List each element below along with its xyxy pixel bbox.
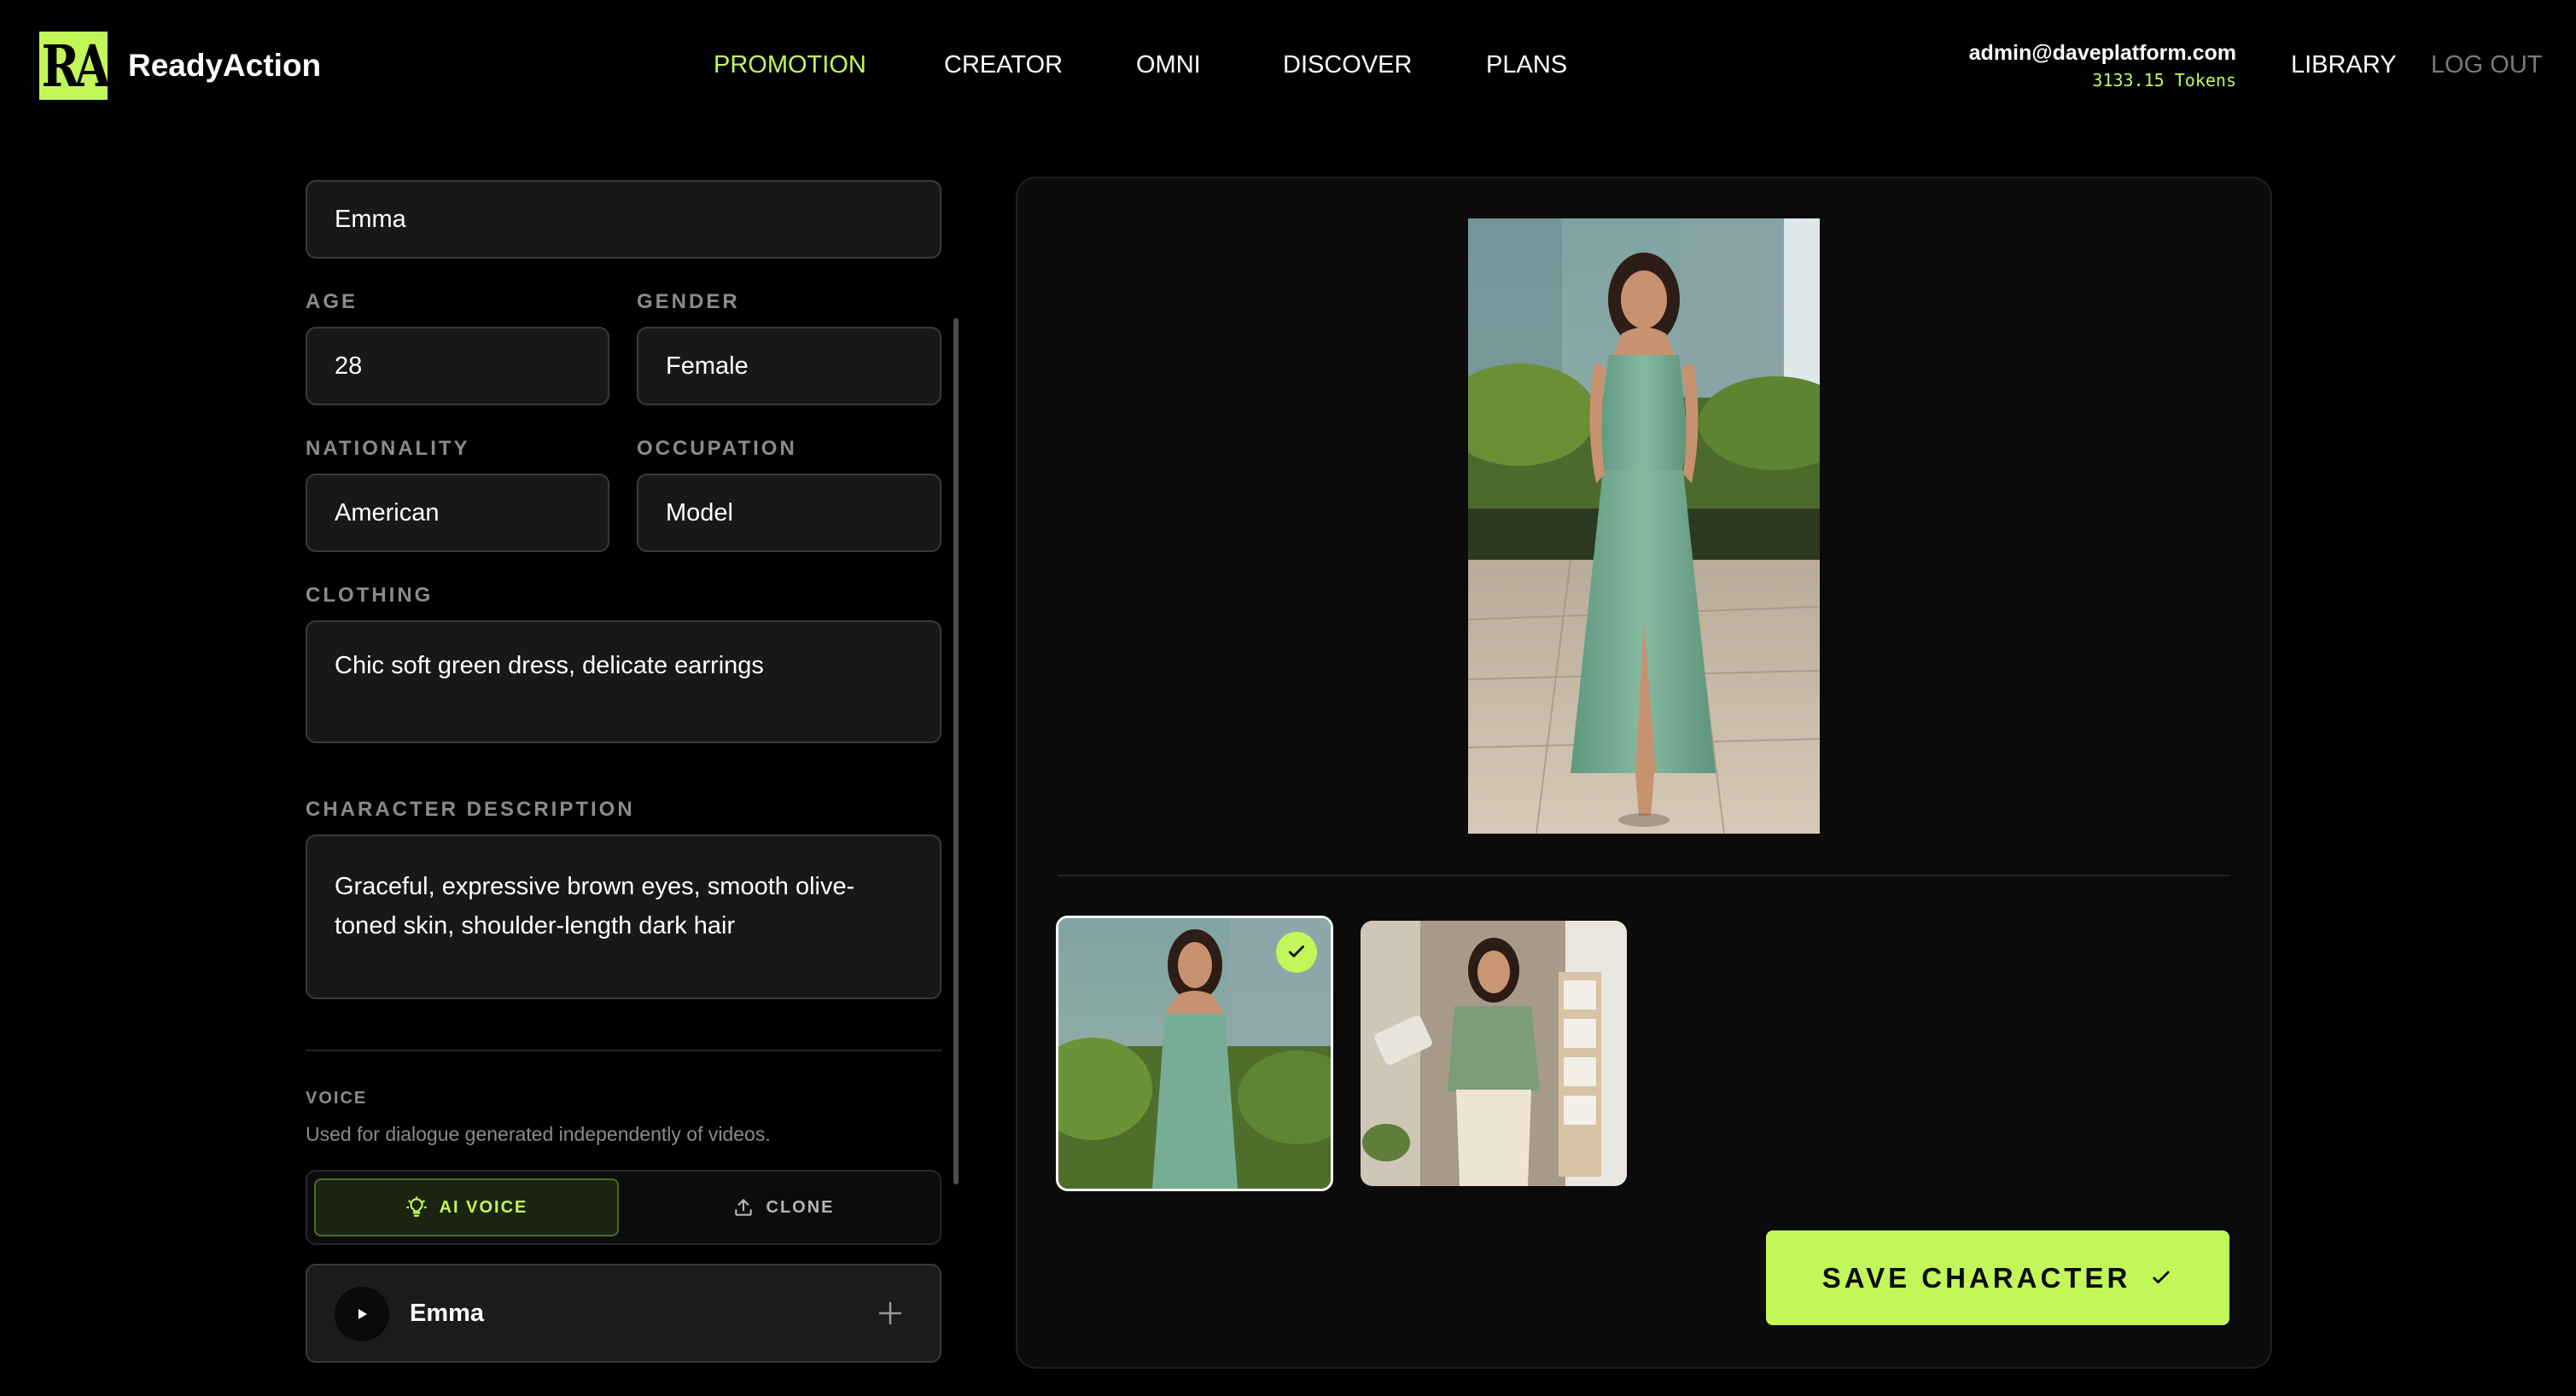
clone-tab[interactable]: CLONE bbox=[632, 1178, 935, 1236]
save-character-label: SAVE CHARACTER bbox=[1821, 1261, 2131, 1294]
logo-text: RA bbox=[41, 32, 111, 100]
lightbulb-icon bbox=[405, 1196, 427, 1217]
voice-name: Emma bbox=[410, 1300, 485, 1327]
clothing-field[interactable]: Chic soft green dress, delicate earrings bbox=[306, 620, 941, 743]
logout-link[interactable]: LOG OUT bbox=[2431, 51, 2543, 79]
library-link[interactable]: LIBRARY bbox=[2291, 51, 2397, 79]
logo[interactable]: RA bbox=[39, 32, 111, 100]
character-description-field[interactable]: Graceful, expressive brown eyes, smooth … bbox=[306, 835, 941, 999]
preview-divider bbox=[1058, 875, 2229, 876]
play-voice-button[interactable] bbox=[335, 1287, 389, 1341]
nationality-label: NATIONALITY bbox=[306, 437, 470, 460]
thumbnail-2[interactable] bbox=[1361, 921, 1627, 1186]
age-field[interactable]: 28 bbox=[306, 327, 609, 405]
nav-creator[interactable]: CREATOR bbox=[944, 51, 1063, 79]
clothing-label: CLOTHING bbox=[306, 584, 434, 607]
upload-icon bbox=[734, 1199, 752, 1216]
checkmark-icon bbox=[2153, 1271, 2170, 1283]
voice-card[interactable]: Emma bbox=[306, 1264, 941, 1363]
voice-mode-toggle: AI VOICE CLONE bbox=[306, 1170, 941, 1245]
name-field[interactable]: Emma bbox=[306, 180, 941, 259]
occupation-field[interactable]: Model bbox=[637, 474, 941, 552]
checkmark-icon bbox=[1289, 945, 1304, 957]
occupation-label: OCCUPATION bbox=[637, 437, 797, 460]
character-description-label: CHARACTER DESCRIPTION bbox=[306, 798, 635, 821]
nav-promotion[interactable]: PROMOTION bbox=[714, 51, 866, 79]
character-preview-image bbox=[1468, 218, 1820, 834]
nav-omni[interactable]: OMNI bbox=[1136, 51, 1201, 79]
brand-name[interactable]: ReadyAction bbox=[128, 48, 321, 84]
save-character-button[interactable]: SAVE CHARACTER bbox=[1766, 1230, 2229, 1325]
nav-plans[interactable]: PLANS bbox=[1486, 51, 1567, 79]
voice-help-text: Used for dialogue generated independentl… bbox=[306, 1123, 771, 1145]
nationality-field[interactable]: American bbox=[306, 474, 609, 552]
gender-field[interactable]: Female bbox=[637, 327, 941, 405]
thumbnail-1[interactable] bbox=[1056, 916, 1333, 1191]
ai-voice-label: AI VOICE bbox=[439, 1197, 528, 1217]
form-scrollbar[interactable] bbox=[953, 318, 959, 1184]
voice-title: VOICE bbox=[306, 1089, 368, 1108]
clone-label: CLONE bbox=[766, 1197, 835, 1217]
thumbnail-image-studio bbox=[1361, 921, 1627, 1186]
nav-discover[interactable]: DISCOVER bbox=[1283, 51, 1412, 79]
ai-voice-tab[interactable]: AI VOICE bbox=[314, 1178, 619, 1236]
form-divider bbox=[306, 1050, 941, 1051]
token-balance: 3133.15 Tokens bbox=[2092, 70, 2236, 90]
selected-check bbox=[1276, 932, 1317, 973]
user-email: admin@daveplatform.com bbox=[1968, 41, 2236, 65]
play-icon bbox=[358, 1309, 367, 1319]
plus-icon[interactable] bbox=[875, 1298, 906, 1329]
age-label: AGE bbox=[306, 290, 358, 313]
gender-label: GENDER bbox=[637, 290, 740, 313]
